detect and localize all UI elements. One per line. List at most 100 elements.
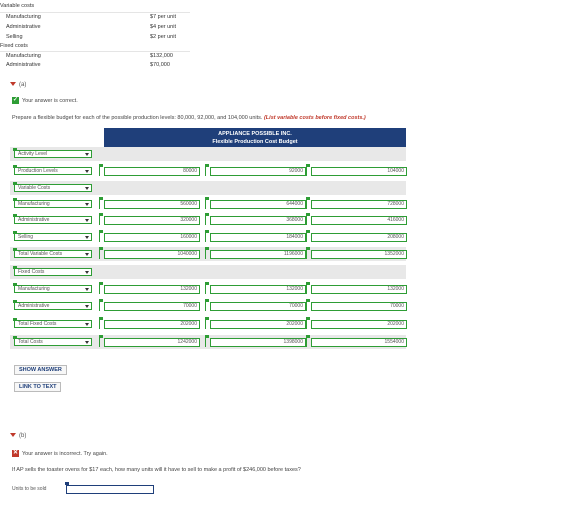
status-text: Your answer is incorrect. Try again. [22,450,108,457]
marker-icon [99,230,103,233]
row-label: Manufacturing [18,286,50,292]
marker-icon [13,198,17,201]
prompt-text: Prepare a flexible budget for each of th… [12,115,263,121]
chevron-down-icon [85,253,89,256]
marker-icon [99,232,100,242]
marker-icon [205,232,206,242]
row-label-select[interactable]: Administrative [14,302,92,310]
marker-icon [99,319,100,329]
amount-input[interactable]: 132000 [104,285,200,294]
amount-input[interactable]: 160000 [104,233,200,242]
divider [0,51,190,52]
row-label-select[interactable]: Fixed Costs [14,268,92,276]
marker-icon [13,248,17,251]
chevron-down-icon [85,170,89,173]
amount-input[interactable]: 1040000 [104,250,200,259]
row-label-select[interactable]: Production Levels [14,167,92,175]
row-label: Variable Costs [18,185,51,191]
row-label-select[interactable]: Total Variable Costs [14,250,92,258]
row-label: Total Fixed Costs [18,321,57,327]
row-label: Selling [18,234,34,240]
part-a-toggle[interactable]: (a) [10,82,26,88]
amount-input[interactable]: 416000 [311,216,407,225]
info-label: Administrative [6,62,41,68]
amount-input[interactable]: 202000 [311,320,407,329]
amount-input[interactable]: 132000 [210,285,306,294]
row-label-select[interactable]: Variable Costs [14,184,92,192]
marker-icon [99,197,103,200]
units-to-be-sold-input[interactable] [66,485,154,494]
marker-icon [205,247,209,250]
part-a-prompt: Prepare a flexible budget for each of th… [12,115,366,121]
part-b-toggle[interactable]: (b) [10,433,26,439]
amount-input[interactable]: 70000 [210,302,306,311]
amount-input[interactable]: 202000 [210,320,306,329]
row-label-select[interactable]: Manufacturing [14,200,92,208]
row-label-select[interactable]: Activity Level [14,150,92,158]
marker-icon [99,215,100,225]
marker-icon [306,284,307,294]
chevron-down-icon [10,433,16,438]
chevron-down-icon [85,341,89,344]
amount-input[interactable]: 1196000 [210,250,306,259]
row-label-select[interactable]: Administrative [14,216,92,224]
info-row: Administrative $4 per unit [0,24,190,33]
info-value: $4 per unit [150,24,176,30]
info-row: Selling $2 per unit [0,34,190,43]
amount-input[interactable]: 644000 [210,200,306,209]
info-label: Manufacturing [6,14,41,20]
marker-icon [99,282,103,285]
amount-input[interactable]: 368000 [210,216,306,225]
row-label-select[interactable]: Selling [14,233,92,241]
marker-icon [13,300,17,303]
amount-input[interactable]: 132000 [311,285,407,294]
amount-input[interactable]: 1352000 [311,250,407,259]
amount-input[interactable]: 1398000 [210,338,306,347]
link-to-text-button[interactable]: LINK TO TEXT [14,382,62,392]
variable-costs-heading: Variable costs [0,3,190,12]
info-value: $70,000 [150,62,170,68]
row-label-select[interactable]: Manufacturing [14,285,92,293]
marker-icon [99,164,103,167]
marker-icon [13,231,17,234]
marker-icon [205,337,206,347]
units-to-be-sold-label: Units to be sold [12,486,47,492]
row-label-select[interactable]: Total Costs [14,338,92,346]
amount-input[interactable]: 1554000 [311,338,407,347]
amount-input[interactable]: 92000 [210,167,306,176]
part-b-prompt: If AP sells the toaster ovens for $17 ea… [12,467,301,473]
amount-input[interactable]: 320000 [104,216,200,225]
marker-icon [306,215,307,225]
chevron-down-icon [85,236,89,239]
info-value: $7 per unit [150,14,176,20]
chevron-down-icon [85,288,89,291]
marker-icon [306,199,307,209]
chevron-down-icon [85,203,89,206]
amount-input[interactable]: 70000 [311,302,407,311]
chevron-down-icon [85,305,89,308]
show-answer-button[interactable]: SHOW ANSWER [14,365,67,375]
amount-input[interactable]: 104000 [311,167,407,176]
marker-icon [306,282,310,285]
amount-input[interactable]: 1242000 [104,338,200,347]
prompt-note: (List variable costs before fixed costs.… [263,115,366,121]
amount-input[interactable]: 208000 [311,233,407,242]
marker-icon [13,266,17,269]
marker-icon [205,166,206,176]
amount-input[interactable]: 80000 [104,167,200,176]
marker-icon [13,182,17,185]
row-label-select[interactable]: Total Fixed Costs [14,320,92,328]
amount-input[interactable]: 560000 [104,200,200,209]
budget-table-title: APPLIANCE POSSIBLE INC. [218,131,292,137]
marker-icon [306,232,307,242]
amount-input[interactable]: 202000 [104,320,200,329]
checkmark-icon: ✓ [12,97,19,104]
amount-input[interactable]: 184000 [210,233,306,242]
marker-icon [306,230,310,233]
marker-icon [99,249,100,259]
marker-icon [205,319,206,329]
marker-icon [306,299,310,302]
info-label: Administrative [6,24,41,30]
amount-input[interactable]: 70000 [104,302,200,311]
amount-input[interactable]: 728000 [311,200,407,209]
